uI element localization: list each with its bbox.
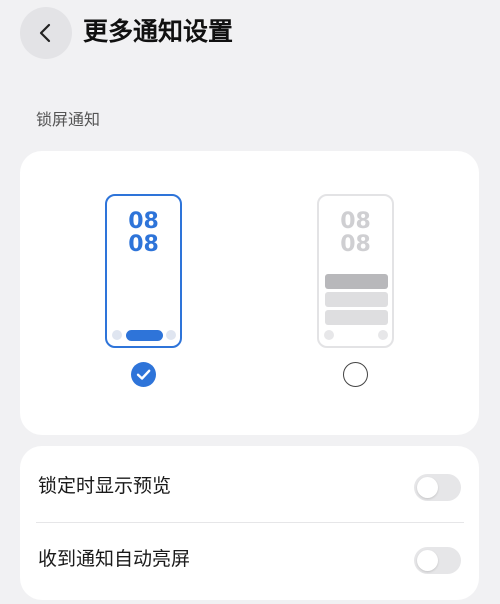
style-radio-detailed[interactable] <box>131 362 156 387</box>
header: 更多通知设置 <box>0 0 500 64</box>
toggle-knob <box>417 477 438 498</box>
check-icon <box>136 369 151 380</box>
lock-screen-style-card: 08 08 08 08 <box>20 151 479 435</box>
clock-minute: 08 <box>128 232 159 257</box>
page-title: 更多通知设置 <box>83 17 234 46</box>
notification-placeholder <box>325 310 388 325</box>
dot-left <box>112 330 122 340</box>
option-label: 收到通知自动亮屏 <box>38 548 191 570</box>
clock-minute: 08 <box>340 232 371 257</box>
clock-hour: 08 <box>340 209 371 234</box>
notification-placeholder <box>325 274 388 289</box>
chevron-left-icon <box>39 23 51 43</box>
toggle-knob <box>417 550 438 571</box>
option-row-wake-on-notification[interactable]: 收到通知自动亮屏 <box>20 523 479 595</box>
preview-when-locked-toggle[interactable] <box>414 474 461 501</box>
option-row-preview-when-locked[interactable]: 锁定时显示预览 <box>20 450 479 522</box>
style-radio-list[interactable] <box>343 362 368 387</box>
dot-right <box>166 330 176 340</box>
notification-options-card: 锁定时显示预览 收到通知自动亮屏 <box>20 446 479 600</box>
dot-right <box>378 330 388 340</box>
clock-hour: 08 <box>128 209 159 234</box>
notification-pill <box>126 330 163 341</box>
back-button[interactable] <box>20 7 72 59</box>
section-label-lock-screen: 锁屏通知 <box>36 110 101 129</box>
style-preview-list[interactable]: 08 08 <box>317 194 394 348</box>
wake-on-notification-toggle[interactable] <box>414 547 461 574</box>
option-label: 锁定时显示预览 <box>38 475 172 497</box>
dot-left <box>324 330 334 340</box>
notification-placeholder <box>325 292 388 307</box>
style-preview-detailed[interactable]: 08 08 <box>105 194 182 348</box>
